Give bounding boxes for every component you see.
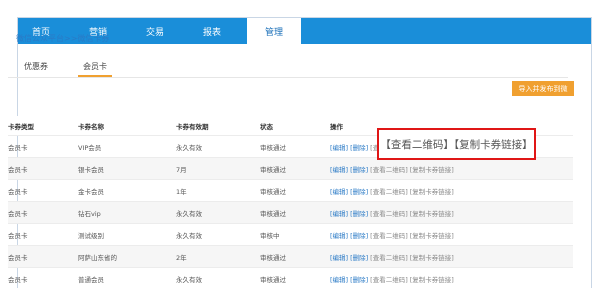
cell-name: 金卡会员 [78, 187, 104, 196]
edit-link[interactable]: [编辑] [330, 254, 348, 262]
cell-validity: 永久有效 [176, 209, 202, 218]
cell-validity: 永久有效 [176, 143, 202, 152]
delete-link[interactable]: [删除] [350, 188, 368, 196]
copy-link-link[interactable]: [复制卡券链接] [410, 254, 454, 262]
header-card-name: 卡券名称 [78, 122, 104, 131]
cell-validity: 1年 [176, 187, 187, 196]
card-type-tabs: 优惠券 会员卡 [8, 58, 568, 78]
cell-validity: 永久有效 [176, 275, 202, 284]
delete-link[interactable]: [删除] [350, 144, 368, 152]
tab-coupons[interactable]: 优惠券 [16, 58, 56, 75]
cell-operations: [编辑][删除][查看二维码][复制卡券链接] [330, 224, 573, 246]
edit-link[interactable]: [编辑] [330, 276, 348, 284]
cell-type: 会员卡 [8, 231, 28, 240]
cell-status: 审核通过 [260, 165, 286, 174]
nav-transactions[interactable]: 交易 [133, 18, 177, 44]
cell-name: 阿萨山东省的 [78, 253, 117, 262]
table-row: 会员卡 金卡会员 1年 审核通过 [编辑] [删除] [查看二维码] [复制卡券链接] [8, 179, 573, 202]
cell-status: 审核通过 [260, 275, 286, 284]
cell-operations: [编辑][删除][查看二维码][复制卡券链接] [330, 158, 573, 180]
view-qr-link[interactable]: [查看二维码] [370, 254, 408, 262]
header-card-type: 卡券类型 [8, 122, 34, 131]
view-qr-link[interactable]: [查看二维码] [370, 188, 408, 196]
delete-link[interactable]: [删除] [350, 254, 368, 262]
nav-reports[interactable]: 报表 [190, 18, 234, 44]
nav-management[interactable]: 管理 [247, 18, 301, 44]
header-status: 状态 [260, 122, 273, 131]
edit-link[interactable]: [编辑] [330, 144, 348, 152]
cell-status: 审核通过 [260, 253, 286, 262]
cell-status: 审核中 [260, 231, 280, 240]
cell-validity: 永久有效 [176, 231, 202, 240]
table-row: 会员卡 钻石vip 永久有效 审核通过 [编辑] [删除] [查看二维码] [复制卡券… [8, 201, 573, 224]
edit-link[interactable]: [编辑] [330, 188, 348, 196]
cell-type: 会员卡 [8, 253, 28, 262]
cell-operations: [编辑][删除][查看二维码][复制卡券链接] [330, 202, 573, 224]
table-row: 会员卡 阿萨山东省的 2年 审核通过 [编辑] [删除] [查看二维码] [复制卡券链… [8, 245, 573, 268]
cell-name: 测试级别 [78, 231, 104, 240]
view-qr-link[interactable]: [查看二维码] [370, 210, 408, 218]
cell-type: 会员卡 [8, 165, 28, 174]
delete-link[interactable]: [删除] [350, 232, 368, 240]
import-publish-button[interactable]: 导入并发布到微 [512, 81, 574, 96]
table-row: 会员卡 测试级别 永久有效 审核中 [编辑] [删除] [查看二维码] [复制卡券链接… [8, 223, 573, 246]
edit-link[interactable]: [编辑] [330, 210, 348, 218]
cell-status: 审核通过 [260, 143, 286, 152]
cell-validity: 7月 [176, 165, 187, 174]
view-qr-link[interactable]: [查看二维码] [370, 232, 408, 240]
delete-link[interactable]: [删除] [350, 276, 368, 284]
cell-operations: [编辑][删除][查看二维码][复制卡券链接] [330, 268, 573, 290]
view-qr-link[interactable]: [查看二维码] [370, 166, 408, 174]
delete-link[interactable]: [删除] [350, 166, 368, 174]
delete-link[interactable]: [删除] [350, 210, 368, 218]
header-validity: 卡券有效期 [176, 122, 209, 131]
highlight-text: 【查看二维码】【复制卡券链接】 [380, 138, 533, 151]
cell-name: 普通会员 [78, 275, 104, 284]
edit-link[interactable]: [编辑] [330, 166, 348, 174]
copy-link-link[interactable]: [复制卡券链接] [410, 232, 454, 240]
cell-status: 审核通过 [260, 187, 286, 196]
view-qr-link[interactable]: [查看二维码] [370, 276, 408, 284]
cell-type: 会员卡 [8, 209, 28, 218]
table-row: 会员卡 普通会员 永久有效 审核通过 [编辑] [删除] [查看二维码] [复制卡券链… [8, 267, 573, 290]
cell-name: 钻石vip [78, 209, 101, 218]
cell-status: 审核通过 [260, 209, 286, 218]
cell-type: 会员卡 [8, 143, 28, 152]
cell-operations: [编辑][删除][查看二维码][复制卡券链接] [330, 246, 573, 268]
cell-operations: [编辑][删除][查看二维码][复制卡券链接] [330, 180, 573, 202]
cell-name: 银卡会员 [78, 165, 104, 174]
cell-type: 会员卡 [8, 275, 28, 284]
cell-validity: 2年 [176, 253, 187, 262]
cell-name: VIP会员 [78, 143, 102, 152]
table-row: 会员卡 银卡会员 7月 审核通过 [编辑] [删除] [查看二维码] [复制卡券链接] [8, 157, 573, 180]
highlight-callout: 【查看二维码】【复制卡券链接】 [377, 128, 536, 160]
copy-link-link[interactable]: [复制卡券链接] [410, 166, 454, 174]
cell-type: 会员卡 [8, 187, 28, 196]
copy-link-link[interactable]: [复制卡券链接] [410, 188, 454, 196]
breadcrumb[interactable]: 微信公众平台>>微信卡券 [16, 33, 109, 44]
copy-link-link[interactable]: [复制卡券链接] [410, 210, 454, 218]
copy-link-link[interactable]: [复制卡券链接] [410, 276, 454, 284]
edit-link[interactable]: [编辑] [330, 232, 348, 240]
tab-member-cards[interactable]: 会员卡 [78, 58, 112, 77]
